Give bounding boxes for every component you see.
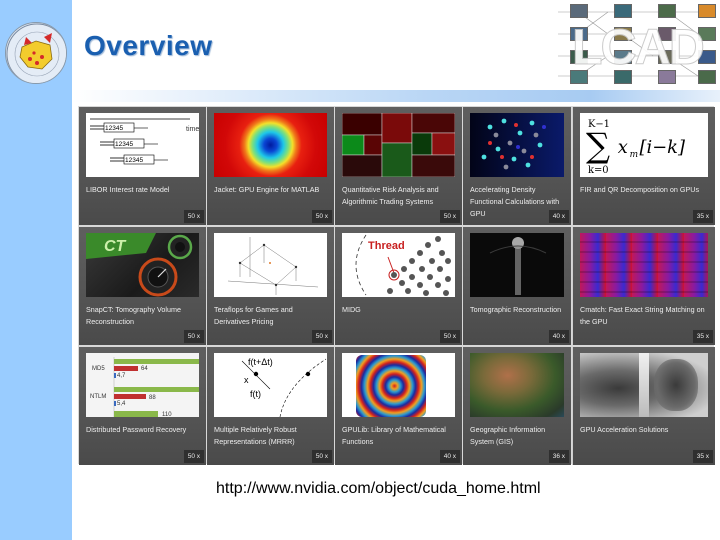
bar-chart-md5-ntlm-image: MD5 64 4,7 NTLM 88 5,4 110 [86,353,199,417]
libor-digits-3: 12345 [125,157,143,164]
tile-cmatch[interactable]: Cmatch: Fast Exact String Matching on th… [572,227,715,345]
red-blue-mosaic-image [580,233,708,297]
thread-label: Thread [368,240,405,252]
tile-gpulib[interactable]: GPULib: Library of Mathematical Function… [335,347,462,465]
libor-time-label: time [186,126,199,133]
libor-digits-1: 12345 [105,125,123,132]
tile-label: LIBOR Interest rate Model [86,185,170,194]
tile-gpu-acceleration[interactable]: GPU Acceleration Solutions 35 x [572,347,715,465]
speedup-badge: 35 x [692,450,713,463]
satellite-terrain-image [470,353,564,417]
mrrr-bottom-label: f(t) [250,389,261,399]
md5-value-2: 4,7 [117,373,126,379]
speedup-badge: 40 x [548,210,569,223]
svg-text:CT: CT [104,238,127,255]
photo-thumb [698,4,716,18]
tile-label: Teraflops for Games and Derivatives Pric… [214,305,293,326]
mrrr-top-label: f(t+Δt) [248,357,273,367]
speedup-badge: 50 x [183,210,204,223]
snapct-gauges-image: CT [86,233,199,297]
color-spiral-image [342,353,455,417]
tile-libor[interactable]: time 12345 12345 12345 LIBOR Interest ra… [79,107,206,225]
source-url-link[interactable]: http://www.nvidia.com/object/cuda_home.h… [216,480,541,498]
slide-title: Overview [84,30,213,61]
sidebar [0,0,72,540]
photo-thumb [570,4,588,18]
tile-label: Multiple Relatively Robust Representatio… [214,425,297,446]
speedup-badge: 40 x [548,330,569,343]
university-crest-logo [5,22,67,84]
heatmap-radial-image [214,113,327,177]
speedup-badge: 50 x [439,330,460,343]
speedup-badge: 35 x [692,330,713,343]
libor-digits-2: 12345 [115,141,133,148]
tile-mrrr[interactable]: f(t+Δt) x f(t) Multiple Relatively Robus… [207,347,334,465]
speedup-badge: 36 x [548,450,569,463]
tile-label: GPU Acceleration Solutions [580,425,669,434]
tile-quant-risk[interactable]: Quantitative Risk Analysis and Algorithm… [335,107,462,225]
formula-subscript: m [630,150,638,160]
tile-label: Geographic Information System (GIS) [470,425,546,446]
speedup-badge: 50 x [183,330,204,343]
tile-label: FIR and QR Decomposition on GPUs [580,185,700,194]
chest-xray-image [580,353,708,417]
speedup-badge: 50 x [183,450,204,463]
tile-password-recovery[interactable]: MD5 64 4,7 NTLM 88 5,4 110 Distributed P… [79,347,206,465]
speedup-badge: 50 x [311,210,332,223]
tile-tomographic[interactable]: Tomographic Reconstruction 40 x [463,227,571,345]
formula-lower-limit: k=0 [588,165,609,176]
tile-density-functional[interactable]: Accelerating Density Functional Calculat… [463,107,571,225]
formula-variable: x [618,137,628,158]
summation-formula-image: K−1 ∑ k=0 x m [i−k] [580,113,708,177]
lcad-logo-text: LCAD [572,19,706,76]
thread-spheres-image: Thread [342,233,455,297]
tile-fir-qr[interactable]: K−1 ∑ k=0 x m [i−k] FIR and QR Decomposi… [572,107,715,225]
tile-teraflops[interactable]: Teraflops for Games and Derivatives Pric… [207,227,334,345]
ntlm-value-2: 5,4 [117,401,126,407]
md5-value-1: 64 [141,366,148,372]
photo-thumb [658,4,676,18]
xray-spine-image [470,233,564,297]
formula-index: [i−k] [640,137,685,158]
tile-label: SnapCT: Tomography Volume Reconstruction [86,305,181,326]
treemap-market-image [342,113,455,177]
tile-label: Jacket: GPU Engine for MATLAB [214,185,320,194]
tile-label: Distributed Password Recovery [86,425,187,434]
speedup-badge: 50 x [439,210,460,223]
ntlm-value-1: 88 [149,395,156,401]
molecule-particles-image [470,113,564,177]
tile-label: Quantitative Risk Analysis and Algorithm… [342,185,439,206]
tile-midg[interactable]: Thread MIDG 50 x [335,227,462,345]
speedup-badge: 40 x [439,450,460,463]
speedup-badge: 50 x [311,330,332,343]
spiral-pattern [356,355,426,417]
tile-jacket[interactable]: Jacket: GPU Engine for MATLAB 50 x [207,107,334,225]
tile-label: MIDG [342,305,361,314]
svg-text:∑: ∑ [586,126,610,165]
photo-thumb [614,4,632,18]
header-gradient-band [72,90,720,102]
libor-timeline-diagram: time 12345 12345 12345 [86,113,199,177]
cuda-showcase-grid: time 12345 12345 12345 LIBOR Interest ra… [78,106,715,465]
mrrr-x-label: x [244,375,249,385]
tile-gis[interactable]: Geographic Information System (GIS) 36 x [463,347,571,465]
md5-label: MD5 [92,366,105,372]
tile-label: GPULib: Library of Mathematical Function… [342,425,446,446]
ntlm-label: NTLM [90,394,106,400]
tile-snapct[interactable]: CT SnapCT: Tomography Volume Reconstruct… [79,227,206,345]
speedup-badge: 35 x [692,210,713,223]
tile-label: Cmatch: Fast Exact String Matching on th… [580,305,705,326]
speedup-badge: 50 x [311,450,332,463]
3d-lattice-plot-image [214,233,327,297]
bar-value-110: 110 [162,412,172,417]
curve-diagram-image: f(t+Δt) x f(t) [214,353,327,417]
tile-label: Tomographic Reconstruction [470,305,562,314]
